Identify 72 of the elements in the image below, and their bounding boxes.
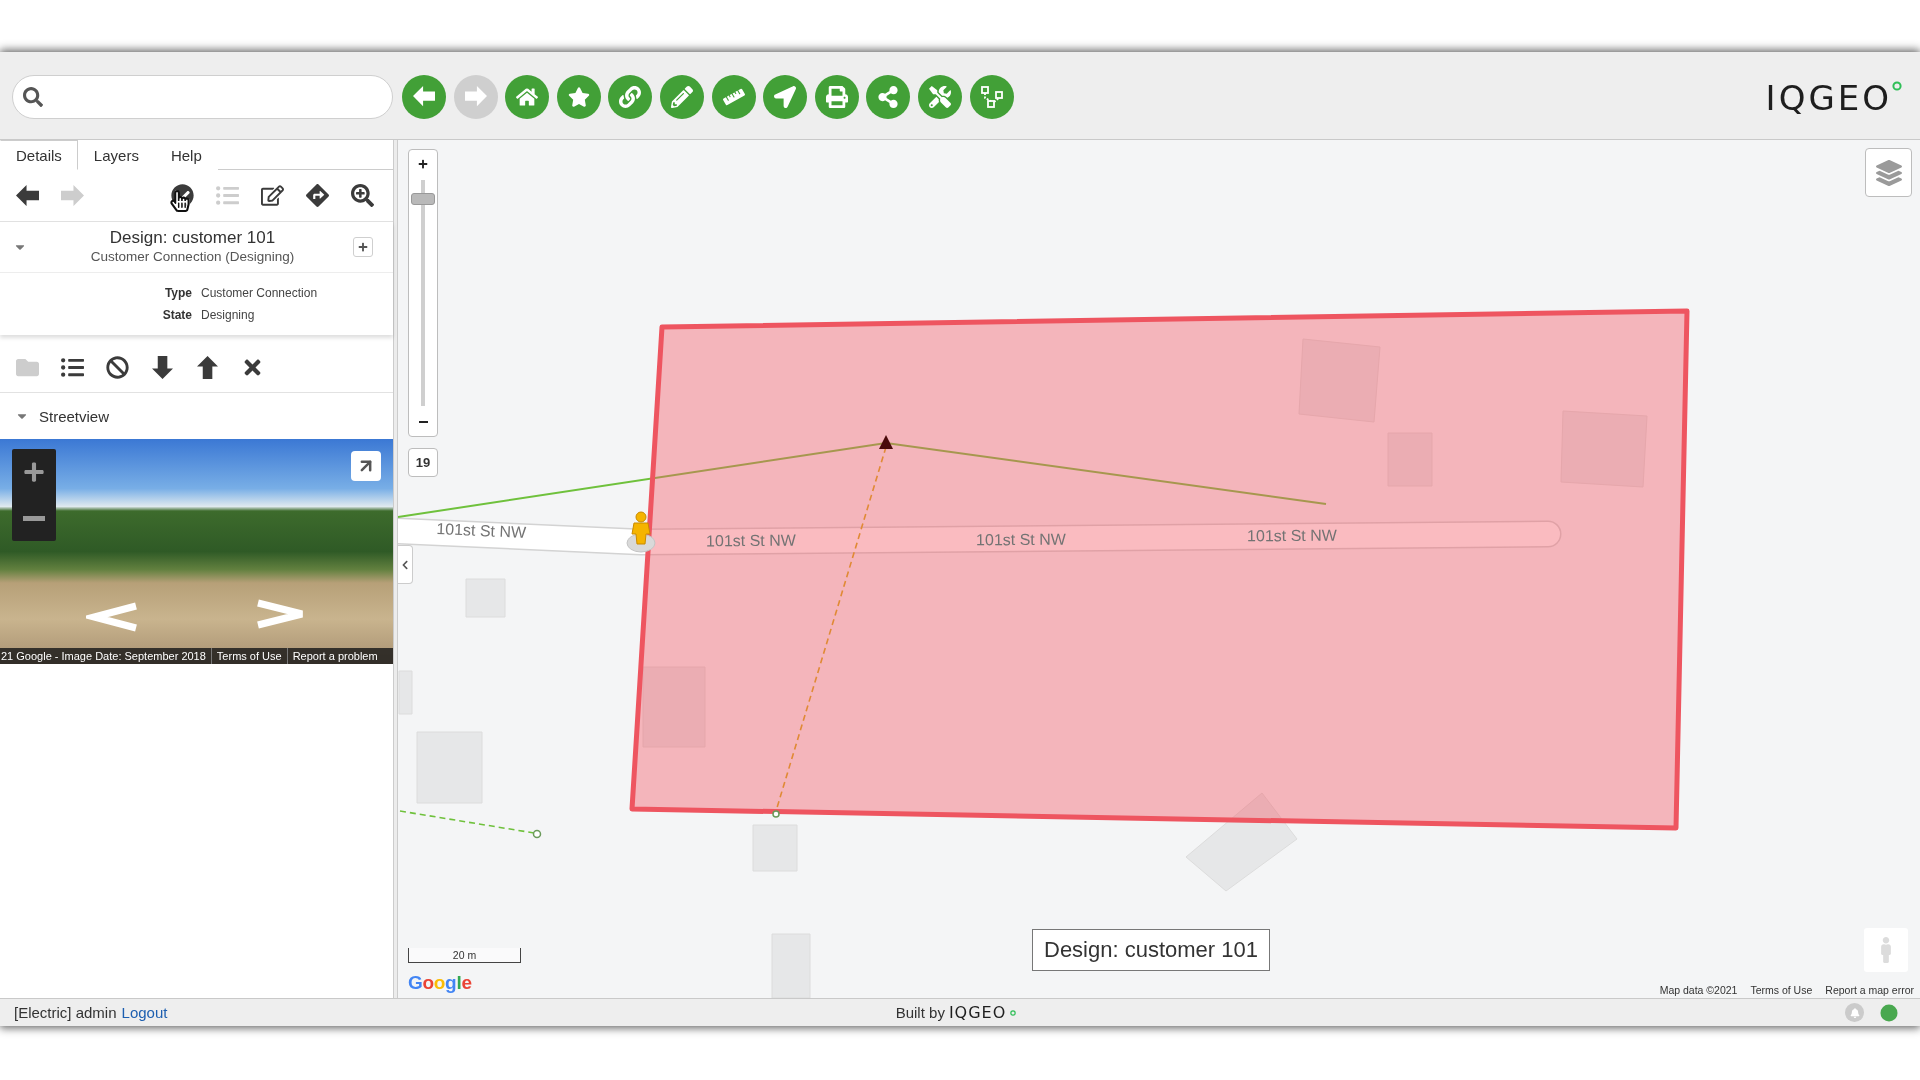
ban-icon (106, 356, 129, 379)
map-data-text: Map data ©2021 (1659, 984, 1738, 996)
zoom-slider-thumb[interactable] (411, 192, 435, 205)
tools-icon (928, 85, 951, 108)
feature-label: Design: customer 101 (1032, 929, 1270, 971)
report-link[interactable]: Report a problem (286, 648, 383, 664)
road-label: 101st St NW (705, 531, 796, 550)
minus-icon (23, 515, 45, 521)
road-label: 101st St NW (1247, 526, 1337, 545)
node-marker (772, 810, 780, 818)
arrow-right-icon (61, 184, 84, 207)
directions-icon (306, 184, 329, 207)
built-by-text: Built by (895, 1004, 945, 1021)
ring-icon (1892, 80, 1902, 91)
list-icon (61, 356, 84, 379)
scale-bar: 20 m (408, 948, 521, 963)
user-label: [Electric] admin (14, 1004, 117, 1021)
star-icon (567, 85, 590, 108)
zoom-in-icon (351, 184, 374, 207)
folder-icon (16, 356, 39, 379)
search-field[interactable] (12, 74, 393, 119)
layers-button[interactable] (1865, 148, 1912, 197)
property-value: Designing (201, 307, 256, 323)
layers-icon (1875, 159, 1902, 186)
status-dot-icon (1880, 1003, 1898, 1022)
chevron-left-icon (400, 559, 410, 570)
terms-link[interactable]: Terms of Use (1750, 984, 1813, 996)
feature-title: Design: customer 101 (109, 228, 276, 248)
arrow-up-icon (196, 356, 219, 379)
road-label: 101st St NW (976, 530, 1066, 549)
provider-logo: Google (408, 972, 472, 994)
plus-icon (418, 159, 428, 169)
arrow-left-icon (413, 86, 435, 107)
arrow-down-icon (151, 356, 174, 379)
feature-subtitle: Customer Connection (Designing) (90, 248, 295, 266)
property-label: Type (163, 285, 192, 301)
collapse-panel-button[interactable] (398, 545, 413, 584)
property-value: Customer Connection (201, 285, 319, 301)
printer-icon (825, 85, 848, 108)
node-marker (532, 829, 542, 839)
person-marker-icon[interactable] (626, 511, 656, 553)
ring-icon (1010, 1009, 1017, 1016)
pencil-icon (670, 85, 693, 108)
terms-link[interactable]: Terms of Use (210, 648, 287, 664)
brand-logo: IQGEO (948, 1004, 1007, 1021)
network-icon (979, 84, 1004, 109)
arrow-right-icon (464, 86, 487, 107)
edit-icon (261, 184, 284, 207)
triangle-marker (879, 435, 893, 449)
hand-cursor-icon (169, 190, 189, 214)
image-date-text: 21 Google - Image Date: September 2018 (0, 649, 207, 664)
report-map-error-link[interactable]: Report a map error (1825, 984, 1914, 996)
expand-button[interactable] (351, 451, 381, 481)
logout-link[interactable]: Logout (121, 1004, 168, 1021)
map-view[interactable]: 101st St NW 101st St NW 101st St NW 101st St NW 19 20 m Google Design: customer 101 Map data ©2021 Terms of Use Report a map error (397, 140, 1920, 998)
property-label: State (161, 307, 192, 323)
location-arrow-icon (774, 85, 797, 108)
arrow-left-icon (16, 184, 39, 207)
tab[interactable]: Details (0, 140, 78, 170)
list-icon (216, 184, 239, 207)
link-icon (619, 85, 642, 108)
home-icon (516, 85, 539, 108)
zoom-level-value: 19 (408, 448, 438, 477)
minus-icon (418, 421, 428, 423)
section-title: Streetview (39, 407, 110, 425)
share-icon (877, 85, 900, 108)
search-icon (23, 86, 43, 107)
plus-icon (358, 242, 368, 252)
add-button[interactable] (353, 237, 373, 257)
plus-icon (23, 461, 45, 483)
brand-logo: IQGEO (1765, 80, 1892, 115)
road-label: 101st St NW (436, 520, 527, 541)
